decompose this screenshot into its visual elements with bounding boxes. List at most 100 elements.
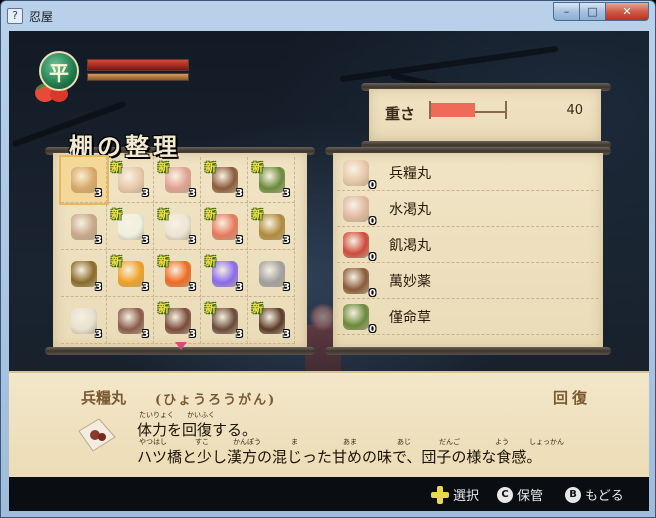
- health-fill: [88, 60, 188, 70]
- storage-row[interactable]: 0 僅命草: [337, 299, 599, 335]
- row-quantity: 0: [369, 287, 376, 299]
- slot-quantity: 3: [142, 329, 149, 340]
- new-badge: 新: [205, 208, 216, 221]
- shelf-slot[interactable]: 新3: [249, 298, 295, 344]
- b-button-icon: B: [565, 486, 581, 503]
- store-hint[interactable]: C 保管: [497, 485, 543, 504]
- shelf-slot[interactable]: 新3: [155, 157, 201, 203]
- item-category: 回復: [552, 389, 591, 407]
- weight-panel: 重さ 40: [369, 89, 601, 141]
- slot-quantity: 3: [236, 282, 243, 293]
- paper-pill-icon: 0: [343, 195, 376, 227]
- store-label: 保管: [517, 489, 544, 504]
- slot-quantity: 3: [142, 282, 149, 293]
- slot-quantity: 3: [142, 188, 149, 199]
- gauntlet-icon: [117, 307, 144, 334]
- back-label: もどる: [585, 489, 624, 504]
- row-name: 兵糧丸: [389, 165, 431, 182]
- red-pill-icon: 0: [343, 231, 376, 263]
- slot-quantity: 3: [236, 329, 243, 340]
- shelf-slot[interactable]: 新3: [155, 298, 201, 344]
- item-grid: 3新3新3新3新33新3新3新3新33新3新3新3333新3新3新3: [59, 155, 299, 345]
- weight-gauge-end: [505, 101, 507, 119]
- health-bar: [87, 59, 189, 71]
- shelf-slot[interactable]: 3: [108, 298, 154, 344]
- row-quantity: 0: [369, 251, 376, 263]
- c-button-icon: C: [497, 486, 513, 503]
- shelf-slot[interactable]: 3: [61, 204, 107, 250]
- description-panel: 兵糧丸 (ひょうろうがん) 回復 たいりょく かいふく 体力を回復する。 やつは…: [9, 371, 649, 477]
- storage-row[interactable]: 0 萬妙薬: [337, 263, 599, 299]
- slot-quantity: 3: [189, 329, 196, 340]
- shelf-slot[interactable]: 3: [249, 251, 295, 297]
- shelf-slot[interactable]: 新3: [108, 251, 154, 297]
- shelf-slot[interactable]: 新3: [108, 157, 154, 203]
- new-badge: 新: [158, 255, 169, 268]
- row-name: 僅命草: [389, 309, 431, 326]
- new-badge: 新: [252, 302, 263, 315]
- row-name: 水渇丸: [389, 201, 431, 218]
- shelf-slot[interactable]: 3: [61, 251, 107, 297]
- shelf-slot[interactable]: 新3: [249, 204, 295, 250]
- shelf-slot[interactable]: 新3: [202, 157, 248, 203]
- slot-quantity: 3: [236, 188, 243, 199]
- shelf-slot[interactable]: 新3: [108, 204, 154, 250]
- shelf-slot[interactable]: 新3: [202, 298, 248, 344]
- minimize-button[interactable]: –: [553, 2, 579, 21]
- row-quantity: 0: [369, 179, 376, 191]
- storage-row[interactable]: 0 兵糧丸: [337, 155, 599, 191]
- new-badge: 新: [252, 208, 263, 221]
- game-window: ? 忍屋 – □ ✕ 平 重さ 40 棚の整理 3 新 3 新 3 新 3 新 …: [0, 0, 656, 518]
- new-badge: 新: [158, 302, 169, 315]
- shelf-slot[interactable]: 新3: [249, 157, 295, 203]
- window-title: 忍屋: [29, 10, 54, 24]
- shelf-slot[interactable]: 新3: [155, 204, 201, 250]
- shelf-slot[interactable]: 新3: [202, 251, 248, 297]
- pouch-icon: 0: [343, 267, 376, 299]
- shelf-slot[interactable]: 新3: [155, 251, 201, 297]
- new-badge: 新: [111, 208, 122, 221]
- scroll-down-arrow-icon[interactable]: [175, 342, 187, 350]
- shelf-slot[interactable]: 3: [61, 298, 107, 344]
- slot-quantity: 3: [95, 282, 102, 293]
- item-reading: (ひょうろうがん): [155, 393, 277, 408]
- shelf-slot[interactable]: 3: [59, 155, 109, 205]
- new-badge: 新: [205, 161, 216, 174]
- window-controls: – □ ✕: [553, 2, 649, 22]
- new-badge: 新: [252, 161, 263, 174]
- slot-quantity: 3: [236, 235, 243, 246]
- stamina-fill: [88, 74, 188, 80]
- item-name: 兵糧丸: [81, 389, 127, 407]
- background-branch: [339, 45, 559, 83]
- maximize-button[interactable]: □: [579, 2, 605, 21]
- row-quantity: 0: [369, 215, 376, 227]
- slot-quantity: 3: [189, 188, 196, 199]
- storage-row[interactable]: 0 飢渇丸: [337, 227, 599, 263]
- slot-quantity: 3: [142, 235, 149, 246]
- new-badge: 新: [158, 161, 169, 174]
- weight-value: 40: [566, 103, 583, 118]
- storage-row[interactable]: 0 水渇丸: [337, 191, 599, 227]
- title-bar[interactable]: ? 忍屋 – □ ✕: [1, 1, 655, 31]
- new-badge: 新: [111, 161, 122, 174]
- storage-list: 0 兵糧丸 0 水渇丸 0 飢渇丸 0 萬妙薬 0 僅命草: [337, 155, 599, 335]
- scroll-pill-icon: [70, 166, 97, 193]
- new-badge: 新: [205, 255, 216, 268]
- control-hints: 選択 C 保管 B もどる: [9, 477, 649, 511]
- back-hint[interactable]: B もどる: [565, 485, 624, 504]
- paper-pill-icon: [78, 418, 116, 452]
- slot-quantity: 3: [283, 282, 290, 293]
- slot-quantity: 3: [95, 188, 102, 199]
- paper-pill-icon: 0: [343, 159, 376, 191]
- close-button[interactable]: ✕: [605, 2, 649, 21]
- row-name: 萬妙薬: [389, 273, 431, 290]
- dpad-icon: [431, 485, 449, 504]
- slot-quantity: 3: [189, 282, 196, 293]
- shelf-slot[interactable]: 新3: [202, 204, 248, 250]
- slot-quantity: 3: [283, 188, 290, 199]
- select-hint[interactable]: 選択: [431, 485, 479, 504]
- new-badge: 新: [205, 302, 216, 315]
- new-badge: 新: [158, 208, 169, 221]
- herb-icon: 0: [343, 303, 376, 335]
- key-icon: [258, 260, 285, 287]
